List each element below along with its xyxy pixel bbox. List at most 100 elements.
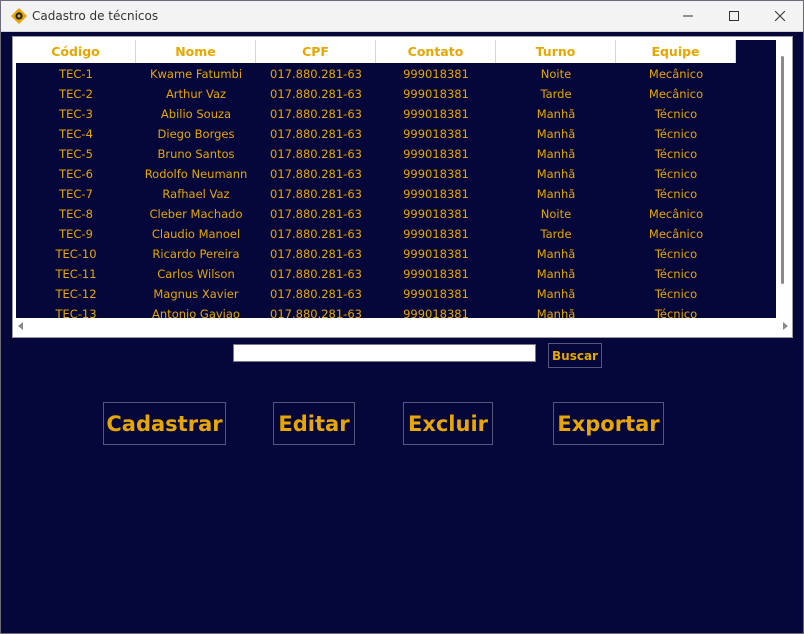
cell-contato: 999018381: [403, 167, 469, 181]
cell-turno: Manhã: [536, 307, 576, 318]
table-row[interactable]: TEC-5 Bruno Santos 017.880.281-63 999018…: [16, 144, 736, 164]
cell-contato: 999018381: [403, 307, 469, 318]
table-row[interactable]: TEC-10 Ricardo Pereira 017.880.281-63 99…: [16, 244, 736, 264]
cell-equipe: Técnico: [654, 167, 698, 181]
maximize-button[interactable]: [711, 1, 757, 31]
cell-codigo: TEC-8: [59, 207, 93, 221]
cell-equipe: Mecânico: [648, 227, 704, 241]
cell-equipe: Técnico: [654, 107, 698, 121]
cell-equipe: Mecânico: [648, 207, 704, 221]
close-button[interactable]: [757, 1, 803, 31]
cell-equipe: Técnico: [654, 147, 698, 161]
cell-equipe: Técnico: [654, 187, 698, 201]
maximize-icon: [729, 11, 739, 21]
delete-button[interactable]: Excluir: [403, 402, 493, 445]
cell-cpf: 017.880.281-63: [270, 127, 362, 141]
column-header-equipe[interactable]: Equipe: [616, 40, 736, 63]
cell-turno: Manhã: [536, 167, 576, 181]
minimize-button[interactable]: [665, 1, 711, 31]
table-row[interactable]: TEC-6 Rodolfo Neumann 017.880.281-63 999…: [16, 164, 736, 184]
cell-equipe: Técnico: [654, 307, 698, 318]
cell-nome: Abilio Souza: [160, 107, 232, 121]
cell-equipe: Mecânico: [648, 67, 704, 81]
export-button[interactable]: Exportar: [553, 402, 664, 445]
vertical-scrollbar[interactable]: [776, 40, 790, 318]
cell-contato: 999018381: [403, 127, 469, 141]
horizontal-scrollbar[interactable]: [16, 318, 790, 333]
cell-nome: Cleber Machado: [149, 207, 243, 221]
cell-cpf: 017.880.281-63: [270, 207, 362, 221]
cell-contato: 999018381: [403, 207, 469, 221]
cell-nome: Rafhael Vaz: [162, 187, 230, 201]
cell-codigo: TEC-4: [59, 127, 93, 141]
register-button[interactable]: Cadastrar: [103, 402, 226, 445]
edit-button[interactable]: Editar: [273, 402, 355, 445]
table-viewport[interactable]: Código Nome CPF Contato Turno Equipe TEC…: [16, 40, 776, 318]
window-title: Cadastro de técnicos: [32, 9, 159, 23]
cell-codigo: TEC-2: [59, 87, 93, 101]
cell-codigo: TEC-12: [55, 287, 97, 301]
scroll-right-icon[interactable]: [783, 322, 788, 330]
cell-cpf: 017.880.281-63: [270, 147, 362, 161]
cell-codigo: TEC-10: [55, 247, 97, 261]
table-row[interactable]: TEC-9 Claudio Manoel 017.880.281-63 9990…: [16, 224, 736, 244]
cell-nome: Ricardo Pereira: [152, 247, 240, 261]
technicians-table[interactable]: Código Nome CPF Contato Turno Equipe TEC…: [12, 36, 793, 338]
cell-turno: Manhã: [536, 187, 576, 201]
cell-contato: 999018381: [403, 147, 469, 161]
table-row[interactable]: TEC-12 Magnus Xavier 017.880.281-63 9990…: [16, 284, 736, 304]
cell-contato: 999018381: [403, 247, 469, 261]
cell-codigo: TEC-7: [59, 187, 93, 201]
column-header-nome[interactable]: Nome: [136, 40, 256, 63]
app-logo-icon: [11, 8, 27, 24]
cell-codigo: TEC-3: [59, 107, 93, 121]
cell-equipe: Técnico: [654, 127, 698, 141]
close-icon: [775, 11, 785, 21]
scroll-left-icon[interactable]: [18, 322, 23, 330]
cell-codigo: TEC-5: [59, 147, 93, 161]
vertical-scroll-thumb[interactable]: [781, 56, 784, 284]
cell-nome: Rodolfo Neumann: [144, 167, 248, 181]
cell-cpf: 017.880.281-63: [270, 87, 362, 101]
table-row[interactable]: TEC-4 Diego Borges 017.880.281-63 999018…: [16, 124, 736, 144]
cell-turno: Manhã: [536, 127, 576, 141]
cell-cpf: 017.880.281-63: [270, 187, 362, 201]
cell-turno: Manhã: [536, 107, 576, 121]
cell-cpf: 017.880.281-63: [270, 227, 362, 241]
cell-cpf: 017.880.281-63: [270, 267, 362, 281]
cell-cpf: 017.880.281-63: [270, 287, 362, 301]
cell-codigo: TEC-1: [59, 67, 93, 81]
cell-turno: Manhã: [536, 247, 576, 261]
table-row[interactable]: TEC-2 Arthur Vaz 017.880.281-63 99901838…: [16, 84, 736, 104]
main-window: Cadastro de técnicos Código Nome CPF Con…: [0, 0, 804, 634]
cell-cpf: 017.880.281-63: [270, 67, 362, 81]
column-header-contato[interactable]: Contato: [376, 40, 496, 63]
cell-cpf: 017.880.281-63: [270, 247, 362, 261]
table-row[interactable]: TEC-1 Kwame Fatumbi 017.880.281-63 99901…: [16, 64, 736, 84]
cell-contato: 999018381: [403, 107, 469, 121]
column-header-codigo[interactable]: Código: [16, 40, 136, 63]
cell-nome: Arthur Vaz: [165, 87, 227, 101]
cell-nome: Antonio Gaviao: [152, 307, 240, 318]
table-row[interactable]: TEC-8 Cleber Machado 017.880.281-63 9990…: [16, 204, 736, 224]
table-row[interactable]: TEC-3 Abilio Souza 017.880.281-63 999018…: [16, 104, 736, 124]
cell-nome: Claudio Manoel: [151, 227, 241, 241]
minimize-icon: [683, 11, 693, 21]
cell-turno: Manhã: [536, 267, 576, 281]
table-row[interactable]: TEC-13 Antonio Gaviao 017.880.281-63 999…: [16, 304, 736, 318]
cell-codigo: TEC-6: [59, 167, 93, 181]
table-row[interactable]: TEC-11 Carlos Wilson 017.880.281-63 9990…: [16, 264, 736, 284]
search-input[interactable]: [233, 344, 536, 362]
cell-cpf: 017.880.281-63: [270, 167, 362, 181]
cell-nome: Diego Borges: [157, 127, 235, 141]
title-bar[interactable]: Cadastro de técnicos: [1, 1, 803, 32]
cell-equipe: Mecânico: [648, 87, 704, 101]
table-row[interactable]: TEC-7 Rafhael Vaz 017.880.281-63 9990183…: [16, 184, 736, 204]
cell-contato: 999018381: [403, 287, 469, 301]
column-header-cpf[interactable]: CPF: [256, 40, 376, 63]
cell-equipe: Técnico: [654, 247, 698, 261]
column-header-turno[interactable]: Turno: [496, 40, 616, 63]
table-header: Código Nome CPF Contato Turno Equipe: [16, 40, 736, 63]
cell-equipe: Técnico: [654, 287, 698, 301]
search-button[interactable]: Buscar: [548, 343, 602, 368]
